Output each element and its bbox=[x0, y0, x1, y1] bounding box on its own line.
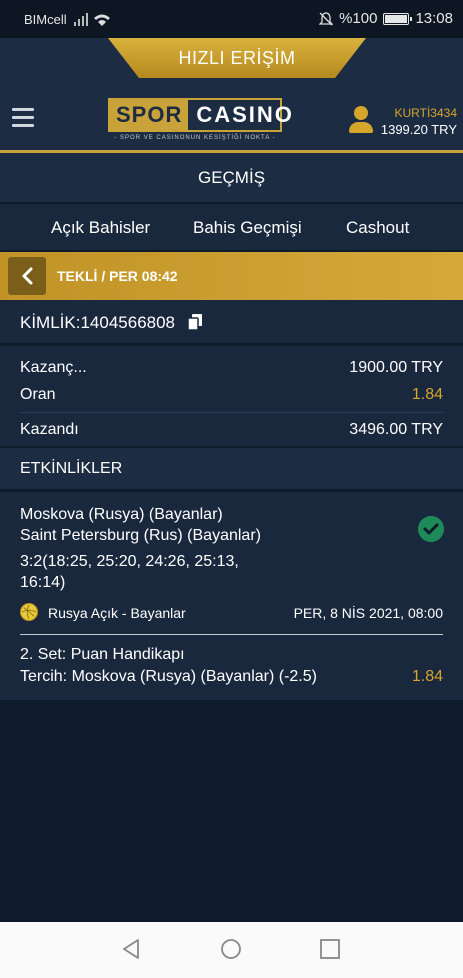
logo-tagline: - SPOR VE CASINONUN KESİŞTİĞİ NOKTA - bbox=[114, 135, 276, 141]
bet-id-row: KİMLİK:1404566808 bbox=[0, 300, 463, 344]
hamburger-menu-icon[interactable] bbox=[12, 108, 34, 128]
events-title: ETKİNLİKLER bbox=[20, 460, 123, 477]
battery-icon bbox=[383, 12, 413, 25]
event-score: 3:2(18:25, 25:20, 24:26, 25:13, bbox=[20, 553, 239, 570]
stake-value: 1900.00 TRY bbox=[349, 359, 443, 376]
event-home-team: Moskova (Rusya) (Bayanlar) bbox=[20, 506, 223, 523]
event-away-team: Saint Petersburg (Rus) (Bayanlar) bbox=[20, 527, 261, 544]
logo-casino: CASINO bbox=[196, 102, 294, 127]
android-nav-bar bbox=[0, 922, 463, 978]
recents-nav-icon[interactable] bbox=[320, 939, 340, 959]
bet-detail-header: TEKLİ / PER 08:42 bbox=[0, 252, 463, 300]
chevron-left-icon bbox=[22, 267, 33, 285]
username[interactable]: KURTİ3434 bbox=[395, 106, 457, 120]
battery-percent: %100 bbox=[339, 10, 378, 27]
clock: 13:08 bbox=[415, 10, 453, 27]
logo-spor: SPOR bbox=[110, 100, 189, 130]
mute-bell-icon bbox=[319, 11, 334, 25]
bet-id: KİMLİK:1404566808 bbox=[20, 313, 176, 332]
user-icon[interactable] bbox=[349, 106, 373, 134]
sporcasino-logo[interactable]: SPOR CASINO - SPOR VE CASINONUN KESİŞTİĞ… bbox=[108, 98, 292, 144]
event-league: Rusya Açık - Bayanlar bbox=[48, 605, 186, 621]
event-score-cont: 16:14) bbox=[20, 574, 66, 591]
events-section-header: ETKİNLİKLER bbox=[0, 448, 463, 490]
summary-divider bbox=[20, 412, 443, 413]
copy-icon[interactable] bbox=[188, 314, 202, 330]
quick-access-button[interactable]: HIZLI ERİŞİM bbox=[108, 38, 366, 78]
odds-label: Oran bbox=[20, 386, 56, 403]
tab-open-bets[interactable]: Açık Bahisler bbox=[51, 218, 150, 238]
volleyball-icon bbox=[20, 603, 38, 621]
won-value: 3496.00 TRY bbox=[349, 421, 443, 438]
bet-type-title: TEKLİ / PER 08:42 bbox=[57, 268, 178, 284]
event-selection: Tercih: Moskova (Rusya) (Bayanlar) (-2.5… bbox=[20, 668, 317, 685]
odds-row: Oran 1.84 bbox=[20, 386, 443, 404]
tab-bet-history[interactable]: Bahis Geçmişi bbox=[193, 218, 302, 238]
back-button[interactable] bbox=[8, 257, 46, 295]
user-balance: 1399.20 TRY bbox=[380, 122, 457, 137]
app-header: HIZLI ERİŞİM SPOR CASINO - SPOR VE CASIN… bbox=[0, 38, 463, 150]
tab-cashout[interactable]: Cashout bbox=[346, 218, 409, 238]
bet-summary: Kazanç... 1900.00 TRY Oran 1.84 Kazandı … bbox=[0, 346, 463, 446]
stake-row: Kazanç... 1900.00 TRY bbox=[20, 359, 443, 377]
event-odds: 1.84 bbox=[411, 668, 443, 685]
back-nav-icon[interactable] bbox=[121, 938, 141, 960]
odds-value: 1.84 bbox=[411, 386, 443, 403]
history-tabs: Açık Bahisler Bahis Geçmişi Cashout bbox=[0, 204, 463, 250]
page-title: GEÇMİŞ bbox=[0, 153, 463, 203]
stake-label: Kazanç... bbox=[20, 359, 87, 376]
won-label: Kazandı bbox=[20, 421, 79, 438]
signal-wifi-icon bbox=[74, 13, 110, 26]
won-row: Kazandı 3496.00 TRY bbox=[20, 421, 443, 439]
event-card: Moskova (Rusya) (Bayanlar) Saint Petersb… bbox=[0, 492, 463, 700]
status-bar: BIMcell %100 13:08 bbox=[0, 0, 463, 38]
event-market: 2. Set: Puan Handikapı bbox=[20, 646, 185, 663]
event-divider bbox=[20, 634, 443, 635]
won-check-icon bbox=[418, 516, 444, 542]
home-nav-icon[interactable] bbox=[220, 938, 242, 960]
carrier-name: BIMcell bbox=[24, 12, 67, 27]
status-right: %100 13:08 bbox=[319, 10, 453, 27]
event-date: PER, 8 NİS 2021, 08:00 bbox=[293, 605, 443, 621]
